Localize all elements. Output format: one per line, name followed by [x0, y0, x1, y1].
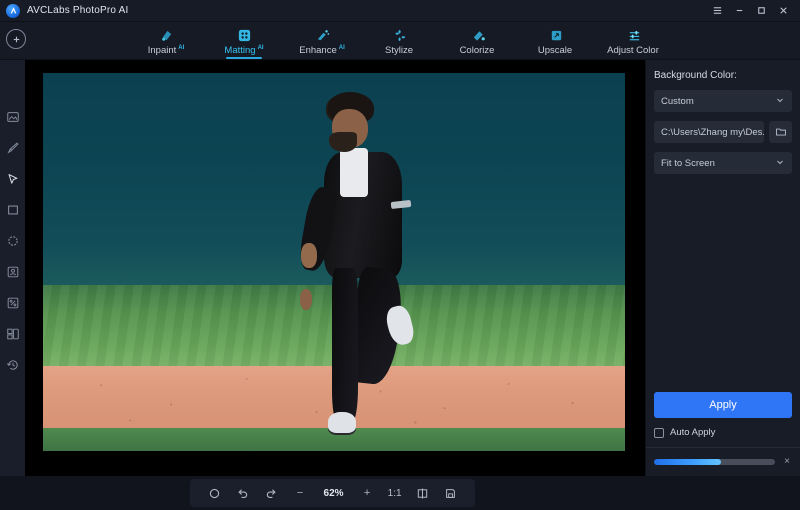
- subject-beard: [329, 132, 358, 152]
- background-color-value: Custom: [661, 95, 694, 107]
- tab-adjust-color[interactable]: Adjust Color: [598, 21, 670, 59]
- stylize-icon: [393, 27, 408, 44]
- tab-matting[interactable]: Matting AI: [208, 21, 280, 59]
- save-icon[interactable]: [443, 483, 459, 503]
- progress-bar-fill: [654, 458, 721, 465]
- tab-ai-badge: AI: [257, 45, 264, 51]
- adjust-color-icon: [627, 27, 642, 44]
- add-image-button[interactable]: [6, 29, 26, 49]
- progress-row: ×: [654, 456, 792, 476]
- fit-mode-select[interactable]: Fit to Screen: [654, 152, 792, 174]
- layers-icon[interactable]: [4, 325, 21, 342]
- history-icon[interactable]: [4, 356, 21, 373]
- tab-colorize[interactable]: Colorize: [442, 21, 514, 59]
- chevron-down-icon: [775, 157, 785, 170]
- auto-apply-checkbox[interactable]: [654, 427, 664, 438]
- subject-hand-lower: [299, 288, 313, 310]
- actual-size-button[interactable]: 1:1: [388, 488, 402, 499]
- background-image-path-field[interactable]: C:\Users\Zhang my\Des...: [654, 121, 764, 143]
- colorize-icon: [471, 27, 486, 44]
- tab-label: Upscale: [537, 45, 573, 56]
- inpaint-icon: [159, 27, 174, 44]
- brush-icon[interactable]: [4, 139, 21, 156]
- window-title: AVCLabs PhotoPro AI: [27, 5, 129, 16]
- maximize-icon[interactable]: [750, 1, 772, 21]
- main-body: Background Color: Custom C:\Users\Zhang …: [0, 60, 800, 476]
- tab-bar: Inpaint AI Matting AI Enhance AI Stylize…: [0, 22, 800, 60]
- auto-apply-row[interactable]: Auto Apply: [654, 427, 792, 438]
- tab-label: Enhance: [299, 45, 337, 56]
- path-value: C:\Users\Zhang my\Des...: [661, 126, 764, 138]
- close-icon[interactable]: [772, 1, 794, 21]
- circle-icon[interactable]: [4, 232, 21, 249]
- tab-stylize[interactable]: Stylize: [364, 21, 436, 59]
- subject-sleeve-stripe: [390, 199, 411, 209]
- window-controls: [706, 1, 794, 21]
- undo-icon[interactable]: [235, 483, 251, 503]
- left-toolbar: [0, 60, 28, 476]
- panel-divider: [646, 447, 800, 448]
- background-image-path-row: C:\Users\Zhang my\Des...: [654, 121, 792, 143]
- upscale-icon: [549, 27, 564, 44]
- subject-hand-upper: [301, 243, 317, 268]
- subject-shoe-front: [327, 411, 356, 433]
- panel-spacer: [654, 183, 792, 392]
- tab-ai-badge: AI: [178, 45, 185, 51]
- subject-leg-front: [331, 267, 359, 423]
- photo-preview[interactable]: [43, 73, 625, 451]
- bottom-bar: − 62% + 1:1: [0, 476, 800, 510]
- zoom-level-value[interactable]: 62%: [321, 488, 347, 499]
- redo-icon[interactable]: [263, 483, 279, 503]
- apply-button[interactable]: Apply: [654, 392, 792, 418]
- zoom-out-button[interactable]: −: [292, 483, 308, 503]
- reset-icon[interactable]: [206, 483, 222, 503]
- tab-inpaint[interactable]: Inpaint AI: [130, 21, 202, 59]
- app-logo-icon: [6, 3, 20, 18]
- progress-close-icon[interactable]: ×: [782, 456, 792, 467]
- zoom-in-button[interactable]: +: [359, 483, 375, 503]
- subject-shirt: [340, 148, 369, 198]
- magic-wand-icon[interactable]: [4, 294, 21, 311]
- chevron-down-icon: [775, 95, 785, 108]
- tab-label: Matting: [224, 45, 256, 56]
- tab-ai-badge: AI: [338, 45, 345, 51]
- auto-apply-label: Auto Apply: [670, 427, 716, 438]
- tab-label: Inpaint: [147, 45, 177, 56]
- canvas-area[interactable]: [25, 60, 645, 476]
- rectangle-icon[interactable]: [4, 201, 21, 218]
- tab-upscale[interactable]: Upscale: [520, 21, 592, 59]
- tab-label: Adjust Color: [607, 45, 659, 56]
- tab-label: Colorize: [459, 45, 495, 56]
- background-color-select[interactable]: Custom: [654, 90, 792, 112]
- tool-tabs: Inpaint AI Matting AI Enhance AI Stylize…: [10, 21, 790, 59]
- tab-enhance[interactable]: Enhance AI: [286, 21, 358, 59]
- background-color-label: Background Color:: [654, 70, 737, 81]
- fit-mode-value: Fit to Screen: [661, 157, 715, 169]
- progress-bar[interactable]: [654, 458, 775, 465]
- photo-subject-runner: [282, 91, 422, 444]
- folder-icon[interactable]: [769, 121, 792, 143]
- minimize-icon[interactable]: [728, 1, 750, 21]
- menu-icon[interactable]: [706, 1, 728, 21]
- cursor-icon[interactable]: [4, 170, 28, 187]
- compare-icon[interactable]: [414, 483, 430, 503]
- enhance-icon: [315, 27, 330, 44]
- application-window: AVCLabs PhotoPro AI Inpaint AI Matting A…: [0, 0, 800, 510]
- right-panel: Background Color: Custom C:\Users\Zhang …: [645, 60, 800, 476]
- zoom-toolbar: − 62% + 1:1: [190, 479, 475, 507]
- portrait-icon[interactable]: [4, 263, 21, 280]
- title-bar: AVCLabs PhotoPro AI: [0, 0, 800, 22]
- matting-icon: [237, 27, 252, 44]
- tab-label: Stylize: [385, 45, 413, 56]
- image-icon[interactable]: [4, 108, 21, 125]
